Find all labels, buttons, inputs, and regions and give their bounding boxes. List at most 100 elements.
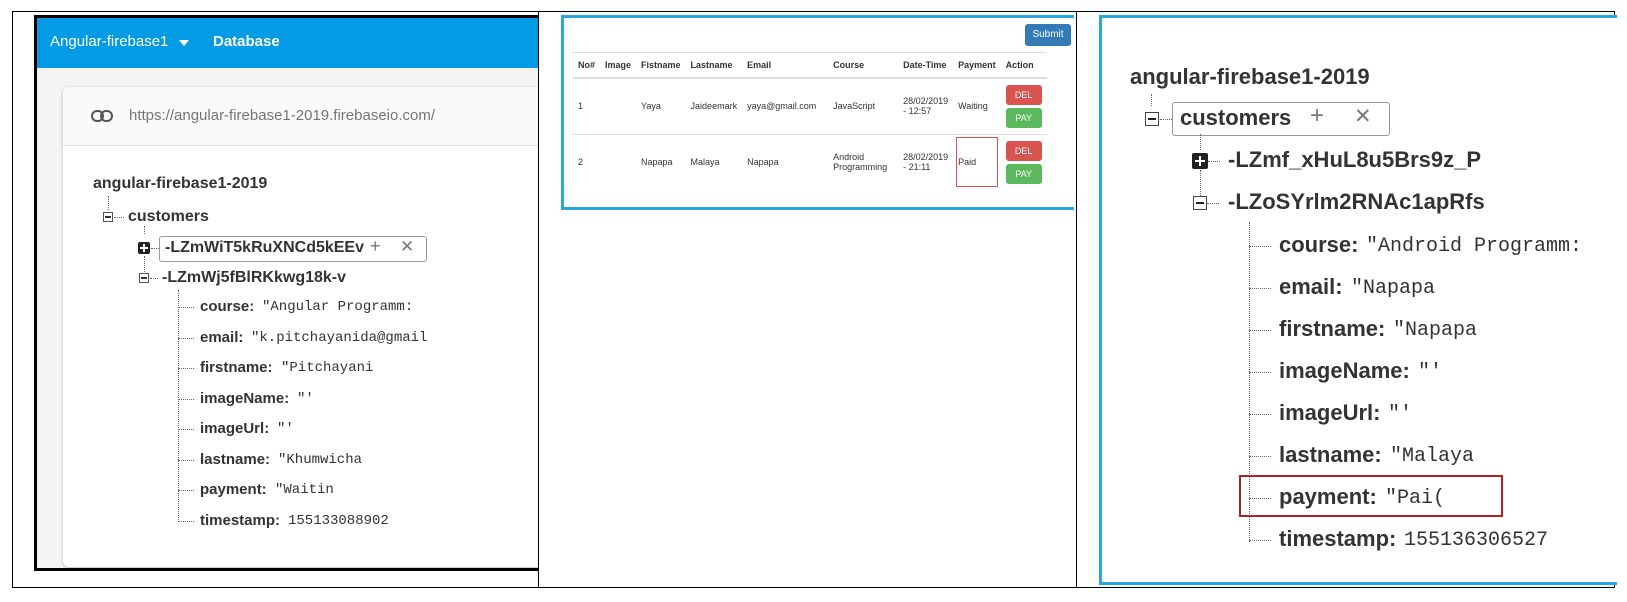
- cell-action: DEL PAY: [1000, 133, 1047, 190]
- date-text: 28/02/2019: [903, 96, 949, 107]
- tree-line: [1200, 170, 1201, 196]
- header-no: No#: [573, 52, 601, 79]
- tree-line: [1249, 246, 1271, 247]
- cell-email: Napapa: [742, 133, 829, 190]
- project-selector[interactable]: Angular-firebase1: [50, 33, 168, 50]
- field-value: "Pai(: [1385, 487, 1446, 510]
- column-divider: [538, 11, 539, 588]
- field-value: "Android Programm:: [1366, 235, 1583, 258]
- header-email: Email: [742, 52, 829, 79]
- tree-line: [178, 307, 194, 308]
- time-text: - 12:57: [903, 106, 932, 117]
- tree-line: [1160, 119, 1172, 120]
- field-key: imageUrl:: [200, 420, 270, 437]
- field-value: 155136306527: [1404, 529, 1549, 552]
- tree-line: [1249, 288, 1271, 289]
- header-lastname: Lastname: [685, 52, 743, 79]
- field-key: email:: [1279, 274, 1343, 299]
- field-value: "k.pitchayanida@gmail: [251, 329, 428, 346]
- field-value: "Khumwicha: [278, 451, 363, 468]
- cell-payment: Waiting: [953, 77, 1001, 134]
- cell-datetime: 28/02/2019- 12:57: [898, 77, 954, 134]
- cell-datetime: 28/02/2019- 21:11: [898, 133, 954, 190]
- cell-firstname: Napapa: [636, 133, 686, 190]
- field-value: "Napapa: [1393, 319, 1478, 342]
- cell-email: yaya@gmail.com: [742, 77, 829, 134]
- field-key: firstname:: [1279, 316, 1386, 341]
- expand-icon[interactable]: [138, 242, 150, 254]
- field-key: course:: [200, 298, 255, 315]
- tree-line: [114, 217, 124, 218]
- cell-firstname: Yaya: [636, 77, 686, 134]
- database-tab[interactable]: Database: [213, 33, 280, 50]
- collapse-icon[interactable]: [139, 273, 149, 283]
- tree-line: [144, 256, 145, 272]
- field-key: email:: [200, 328, 244, 346]
- record-key-b[interactable]: -LZoSYrlm2RNAc1apRfs: [1228, 189, 1485, 215]
- tree-line: [178, 490, 194, 491]
- table-header-row: No# Image Fistname Lastname Email Course…: [573, 52, 1047, 79]
- collapse-icon[interactable]: [1145, 112, 1159, 126]
- tree-line: [178, 398, 194, 400]
- cell-action: DEL PAY: [1000, 77, 1047, 134]
- link-icon: [91, 110, 113, 122]
- plus-icon[interactable]: +: [370, 236, 381, 257]
- cell-course: JavaScript: [828, 77, 899, 134]
- tree-line: [178, 429, 194, 430]
- tree-line: [144, 226, 145, 234]
- cell-payment-highlight: Paid: [953, 133, 1001, 190]
- field-key: course:: [1279, 232, 1359, 257]
- caret-down-icon[interactable]: [179, 40, 189, 46]
- close-icon[interactable]: ✕: [400, 237, 414, 257]
- course-text: Android: [833, 152, 865, 163]
- pay-button[interactable]: PAY: [1005, 163, 1042, 184]
- field-value: "': [297, 390, 314, 407]
- cell-no: 1: [573, 77, 601, 134]
- url-row: https://angular-firebase1-2019.firebasei…: [63, 87, 538, 146]
- cell-lastname: Jaideemark: [685, 77, 743, 134]
- header-firstname: Fistname: [636, 52, 686, 79]
- field-key: lastname:: [1279, 442, 1382, 467]
- expand-icon[interactable]: [1192, 153, 1208, 169]
- collapse-icon[interactable]: [103, 212, 113, 222]
- tree-line: [178, 520, 194, 522]
- cell-image: [600, 77, 637, 134]
- record-key-a[interactable]: -LZmWiT5kRuXNCd5kEEv: [165, 239, 364, 257]
- header-action: Action: [1000, 52, 1047, 79]
- header-course: Course: [828, 52, 899, 79]
- tree-line: [1208, 161, 1220, 162]
- collapse-icon[interactable]: [1193, 196, 1207, 210]
- field-value: "Malaya: [1390, 445, 1475, 468]
- close-icon[interactable]: ✕: [1354, 104, 1372, 129]
- customer-table: No# Image Fistname Lastname Email Course…: [573, 52, 1047, 190]
- tree-root[interactable]: angular-firebase1-2019: [93, 175, 267, 193]
- customers-node[interactable]: customers: [1180, 105, 1291, 131]
- record-key-a[interactable]: -LZmf_xHuL8u5Brs9z_P: [1228, 147, 1481, 173]
- delete-button[interactable]: DEL: [1005, 140, 1042, 161]
- column-divider: [1076, 11, 1077, 588]
- tree-root[interactable]: angular-firebase1-2019: [1130, 64, 1370, 90]
- field-value: "Napapa: [1351, 277, 1436, 300]
- course-text: Programming: [833, 162, 888, 173]
- delete-button[interactable]: DEL: [1005, 84, 1042, 105]
- cell-lastname: Malaya: [685, 133, 743, 190]
- tree-line: [150, 278, 158, 279]
- tree-line: [1249, 498, 1271, 499]
- customers-node[interactable]: customers: [128, 208, 209, 226]
- tree-line: [108, 196, 109, 210]
- tree-line: [1249, 456, 1271, 457]
- field-key: lastname:: [200, 450, 271, 468]
- cell-image: [600, 133, 637, 190]
- field-key: timestamp:: [200, 511, 281, 529]
- field-value: "Angular Programm:: [262, 299, 414, 315]
- tree-line: [1200, 134, 1201, 150]
- tree-line: [1249, 330, 1271, 331]
- field-value: "Pitchayani: [281, 360, 374, 376]
- record-key-b[interactable]: -LZmWj5fBlRKkwg18k-v: [162, 269, 346, 287]
- field-value: 155133088902: [288, 512, 389, 529]
- database-url[interactable]: https://angular-firebase1-2019.firebasei…: [129, 107, 435, 124]
- submit-button[interactable]: Submit: [1025, 24, 1071, 46]
- plus-icon[interactable]: +: [1310, 102, 1324, 130]
- tree-line: [1249, 372, 1271, 373]
- pay-button[interactable]: PAY: [1005, 107, 1042, 128]
